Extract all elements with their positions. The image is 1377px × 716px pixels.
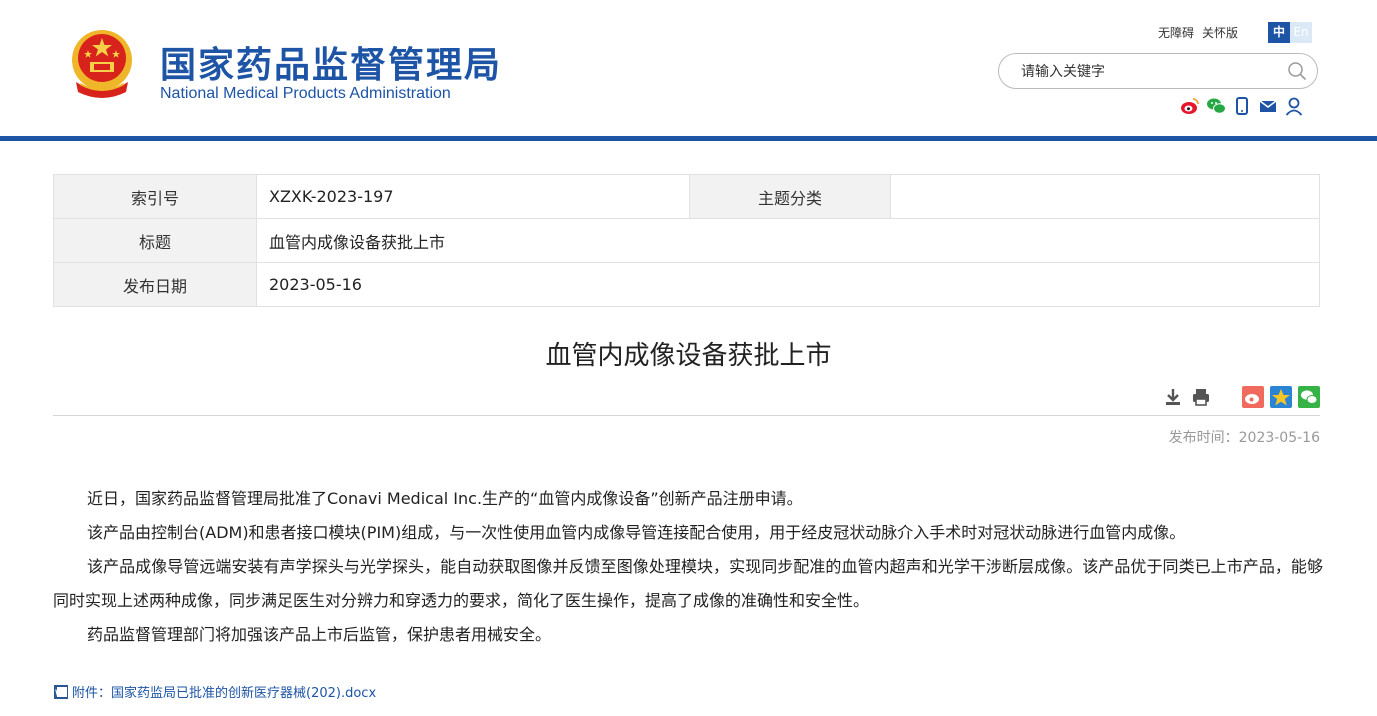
article-paragraph: 药品监督管理部门将加强该产品上市后监管，保护患者用械安全。 <box>87 625 552 644</box>
article-paragraph: 该产品成像导管远端安装有声学探头与光学探头，能自动获取图像并反馈至图像处理模块，… <box>53 557 1323 610</box>
date-label: 发布日期 <box>53 262 257 307</box>
share-weibo-icon[interactable] <box>1242 386 1264 408</box>
social-links <box>1180 96 1304 116</box>
index-value: XZXK-2023-197 <box>256 174 690 219</box>
download-icon[interactable] <box>1162 386 1184 408</box>
share-wechat-icon[interactable] <box>1298 386 1320 408</box>
date-value: 2023-05-16 <box>256 262 1320 307</box>
publish-time: 发布时间：2023-05-16 <box>1168 430 1320 446</box>
word-doc-icon: W <box>54 684 68 699</box>
accessibility-link[interactable]: 无障碍 <box>1158 26 1194 40</box>
national-emblem-logo <box>72 30 132 98</box>
language-switch: 中 En <box>1268 22 1312 43</box>
lang-en-button[interactable]: En <box>1290 22 1312 43</box>
title-label: 标题 <box>53 218 257 263</box>
title-divider <box>53 415 1320 416</box>
top-links: 无障碍 关怀版 <box>1158 24 1246 41</box>
article-body: 近日，国家药品监督管理局批准了Conavi Medical Inc.生产的“血管… <box>53 482 1323 652</box>
search-input[interactable] <box>1019 61 1273 83</box>
print-icon[interactable] <box>1190 386 1212 408</box>
index-label: 索引号 <box>53 174 257 219</box>
article-paragraph: 近日，国家药品监督管理局批准了Conavi Medical Inc.生产的“血管… <box>87 489 803 508</box>
lang-zh-button[interactable]: 中 <box>1268 22 1290 43</box>
mail-icon[interactable] <box>1258 96 1278 116</box>
title-value: 血管内成像设备获批上市 <box>256 218 1320 263</box>
table-row: 索引号 XZXK-2023-197 主题分类 <box>53 174 1320 219</box>
article-toolbar <box>1162 386 1320 408</box>
article-title: 血管内成像设备获批上市 <box>545 341 832 371</box>
info-table: 索引号 XZXK-2023-197 主题分类 标题 血管内成像设备获批上市 发布… <box>53 174 1320 307</box>
care-version-link[interactable]: 关怀版 <box>1202 26 1238 40</box>
category-value <box>890 174 1320 219</box>
category-label: 主题分类 <box>689 174 891 219</box>
search-box <box>998 53 1318 89</box>
mobile-icon[interactable] <box>1232 96 1252 116</box>
attachment-label: 附件：国家药监局已批准的创新医疗器械(202).docx <box>72 686 377 701</box>
header-divider <box>0 136 1377 141</box>
table-row: 发布日期 2023-05-16 <box>53 262 1320 307</box>
weibo-icon[interactable] <box>1180 96 1200 116</box>
search-icon[interactable] <box>1287 61 1307 81</box>
user-icon[interactable] <box>1284 96 1304 116</box>
share-qzone-icon[interactable] <box>1270 386 1292 408</box>
svg-text:W: W <box>55 688 63 697</box>
article-paragraph: 该产品由控制台(ADM)和患者接口模块(PIM)组成，与一次性使用血管内成像导管… <box>87 523 1186 542</box>
table-row: 标题 血管内成像设备获批上市 <box>53 218 1320 263</box>
site-title: 国家药品监督管理局 <box>160 45 503 86</box>
wechat-icon[interactable] <box>1206 96 1226 116</box>
site-subtitle: National Medical Products Administration <box>160 85 451 102</box>
attachment-link[interactable]: W 附件：国家药监局已批准的创新医疗器械(202).docx <box>53 682 376 701</box>
